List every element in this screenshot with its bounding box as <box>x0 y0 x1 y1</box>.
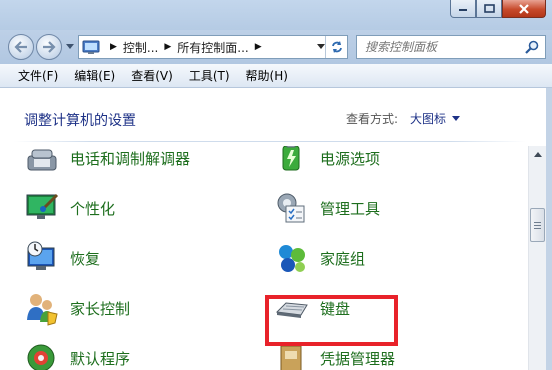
item-label: 凭据管理器 <box>320 349 396 368</box>
item-phone-modem[interactable]: 电话和调制解调器 <box>24 146 190 178</box>
item-parental-controls[interactable]: 家长控制 <box>24 288 130 328</box>
homegroup-icon <box>279 245 305 272</box>
back-arrow-icon <box>14 41 27 53</box>
address-dropdown-icon[interactable] <box>317 44 325 50</box>
highlight-box <box>265 295 398 346</box>
view-by: 查看方式: 大图标 <box>346 110 461 127</box>
admin-tools-icon <box>277 193 305 223</box>
maximize-button[interactable] <box>476 0 502 18</box>
menu-view[interactable]: 查看(V) <box>123 67 181 84</box>
refresh-icon <box>331 41 342 53</box>
recent-pages-dropdown-icon[interactable] <box>66 44 74 50</box>
control-panel-icon <box>82 40 100 54</box>
divider <box>14 141 526 142</box>
window-controls <box>450 0 546 18</box>
item-power-options[interactable]: 电源选项 <box>274 146 380 178</box>
breadcrumb-separator-icon[interactable]: ▶ <box>255 42 262 52</box>
search-icon[interactable] <box>525 40 539 54</box>
recovery-icon <box>27 241 55 270</box>
close-button[interactable] <box>502 0 546 18</box>
item-label: 电话和调制解调器 <box>70 149 191 168</box>
navigation-bar: ▶ 控制... ▶ 所有控制面... ▶ <box>0 30 552 64</box>
power-options-icon <box>282 146 300 171</box>
default-programs-icon <box>27 344 55 370</box>
item-label: 默认程序 <box>70 349 131 368</box>
item-label: 电源选项 <box>320 149 381 168</box>
close-icon <box>519 3 529 14</box>
view-by-label: 查看方式: <box>346 112 399 126</box>
menu-file[interactable]: 文件(F) <box>10 67 66 84</box>
page-title: 调整计算机的设置 <box>24 113 136 129</box>
back-button[interactable] <box>8 34 34 60</box>
item-label: 家长控制 <box>70 299 131 318</box>
vertical-scrollbar[interactable] <box>528 146 546 370</box>
menu-edit[interactable]: 编辑(E) <box>66 67 123 84</box>
item-recovery[interactable]: 恢复 <box>24 238 100 278</box>
maximize-icon <box>483 4 495 13</box>
breadcrumb: ▶ 控制... ▶ 所有控制面... ▶ <box>104 39 268 56</box>
breadcrumb-separator-icon[interactable]: ▶ <box>110 42 117 52</box>
personalization-icon <box>26 193 59 219</box>
item-admin-tools[interactable]: 管理工具 <box>274 188 380 228</box>
title-bar <box>0 0 552 30</box>
item-label: 家庭组 <box>320 249 366 268</box>
item-default-programs[interactable]: 默认程序 <box>24 338 130 370</box>
breadcrumb-control-panel[interactable]: 控制... <box>123 39 158 56</box>
chevron-down-icon[interactable] <box>452 116 461 121</box>
item-personalization[interactable]: 个性化 <box>24 188 115 228</box>
scroll-up-icon <box>533 152 542 157</box>
breadcrumb-separator-icon[interactable]: ▶ <box>164 42 171 52</box>
scrollbar-thumb[interactable] <box>530 208 545 242</box>
items-grid: 电话和调制解调器 电源选项 个性化 管理工具 恢复 家庭组 家长控制 键盘 默认… <box>0 146 528 370</box>
menu-bar: 文件(F) 编辑(E) 查看(V) 工具(T) 帮助(H) <box>0 64 552 88</box>
item-homegroup[interactable]: 家庭组 <box>274 238 365 278</box>
address-bar[interactable]: ▶ 控制... ▶ 所有控制面... ▶ <box>78 35 348 59</box>
phone-modem-icon <box>27 149 57 171</box>
menu-help[interactable]: 帮助(H) <box>238 67 296 84</box>
breadcrumb-all-items[interactable]: 所有控制面... <box>177 39 248 56</box>
forward-button[interactable] <box>36 34 62 60</box>
parental-controls-icon <box>27 294 58 326</box>
scroll-up-button[interactable] <box>529 146 546 163</box>
content-pane: 调整计算机的设置 查看方式: 大图标 电话和调制解调器 电源选项 个性化 管理工… <box>0 88 552 370</box>
search-box[interactable] <box>356 35 546 59</box>
minimize-icon <box>459 8 467 11</box>
forward-arrow-icon <box>43 41 56 53</box>
item-label: 恢复 <box>70 249 101 268</box>
item-label: 个性化 <box>70 199 116 218</box>
minimize-button[interactable] <box>450 0 476 18</box>
menu-tools[interactable]: 工具(T) <box>181 67 238 84</box>
refresh-button[interactable] <box>325 36 347 58</box>
window-frame-right <box>546 88 552 370</box>
view-by-dropdown[interactable]: 大图标 <box>410 110 446 127</box>
item-label: 管理工具 <box>320 199 381 218</box>
search-input[interactable] <box>357 40 507 54</box>
